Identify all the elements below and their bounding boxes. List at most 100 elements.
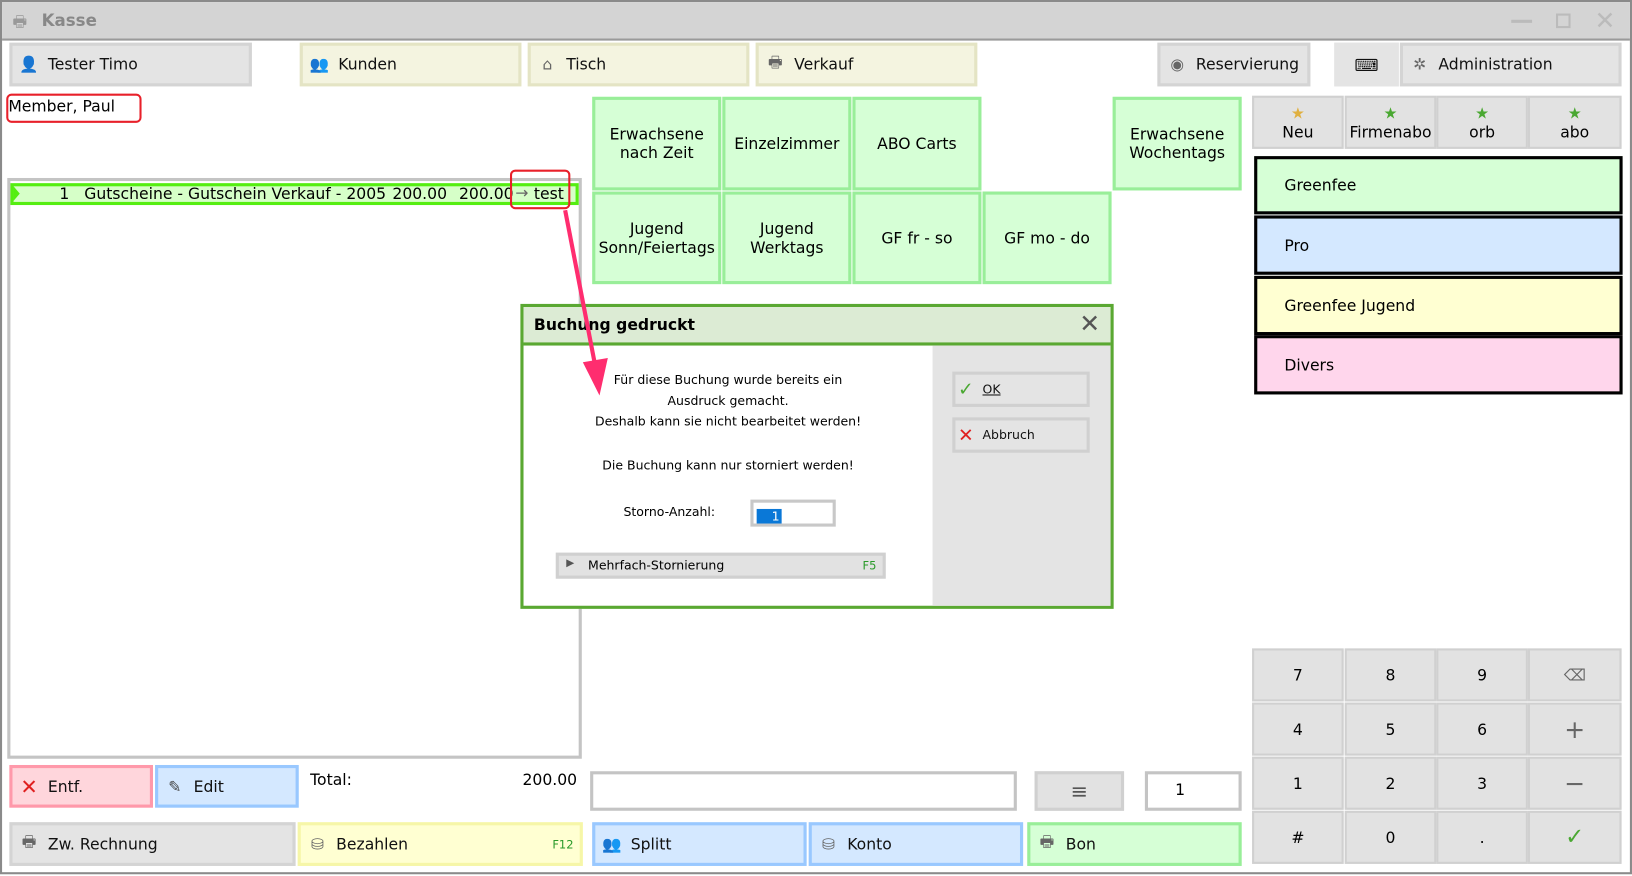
storno-label: Storno-Anzahl: [623, 504, 716, 520]
buchung-gedruckt-dialog: Buchung gedruckt ✕ Für diese Buchung wur… [520, 303, 1114, 609]
product-label: Jugend Sonn/Feiertags [598, 219, 715, 257]
numpad-key[interactable]: . [1436, 810, 1528, 864]
bezahlen-button[interactable]: ⛁ Bezahlen F12 [297, 822, 583, 866]
product-erwachsene-wochentags[interactable]: Erwachsene Wochentags [1112, 96, 1242, 191]
category-pro[interactable]: Pro [1254, 215, 1623, 275]
message-line: Die Buchung kann nur storniert werden! [602, 457, 854, 473]
product-gf-fr-so[interactable]: GF fr - so [852, 191, 982, 285]
mehrfach-stornierung-expander[interactable]: ▶ Mehrfach-Stornierung F5 [555, 552, 886, 579]
cancel-icon: ✕ [958, 424, 974, 446]
verkauf-button[interactable]: 🖶 Verkauf [755, 42, 978, 87]
bon-button[interactable]: 🖶 Bon [1027, 822, 1242, 866]
item-total: 200.00 [458, 184, 514, 203]
magic-wand-icon: ✲ [1413, 55, 1427, 74]
numpad-key[interactable]: 6 [1436, 702, 1528, 756]
home-icon: ⌂ [542, 55, 553, 74]
administration-button[interactable]: ✲ Administration [1399, 42, 1622, 87]
confirm-key[interactable]: ✓ [1527, 810, 1622, 864]
window-title: Kasse [41, 10, 97, 31]
plus-key[interactable]: + [1527, 702, 1622, 756]
mehrfach-label: Mehrfach-Stornierung [588, 557, 725, 573]
ok-button[interactable]: ✓ OK [952, 371, 1090, 407]
annotation-box-note [509, 169, 571, 210]
favorite-firmenabo[interactable]: ★ Firmenabo [1344, 95, 1437, 149]
dialog-title: Buchung gedruckt [533, 315, 696, 335]
kunden-button[interactable]: 👥 Kunden [299, 42, 522, 87]
product-gf-mo-do[interactable]: GF mo - do [982, 191, 1112, 285]
user-label: Tester Timo [47, 55, 138, 74]
star-icon: ★ [1475, 103, 1490, 123]
customers-icon: 👥 [309, 55, 330, 74]
edit-label: Edit [193, 776, 224, 796]
tisch-label: Tisch [566, 55, 607, 74]
favorite-neu[interactable]: ★ Neu [1252, 95, 1344, 149]
total-label: Total: [310, 770, 352, 789]
entf-button[interactable]: ✕ Entf. [9, 764, 153, 808]
product-jugend-werktags[interactable]: Jugend Werktags [722, 191, 852, 285]
item-name: Gutscheine - Gutschein Verkauf - 2005 [84, 184, 387, 203]
close-icon[interactable]: ✕ [1595, 6, 1616, 35]
favorite-label: Neu [1282, 122, 1314, 142]
favorite-label: orb [1469, 122, 1496, 142]
storno-anzahl-input[interactable]: 1 [750, 499, 836, 527]
numpad-key[interactable]: 7 [1252, 648, 1344, 702]
bezahlen-shortcut: F12 [552, 837, 574, 851]
numpad-key[interactable]: 3 [1436, 756, 1528, 810]
zw-rechnung-button[interactable]: 🖶 Zw. Rechnung [9, 822, 296, 866]
order-row[interactable]: 1 Gutscheine - Gutschein Verkauf - 2005 … [10, 183, 579, 206]
product-abo-carts[interactable]: ABO Carts [852, 96, 982, 191]
category-divers[interactable]: Divers [1254, 335, 1623, 395]
search-input[interactable] [590, 771, 1017, 811]
order-list[interactable]: 1 Gutscheine - Gutschein Verkauf - 2005 … [7, 177, 582, 759]
konto-button[interactable]: ⛁ Konto [808, 822, 1024, 866]
app-icon: 🖶 [12, 12, 28, 32]
product-jugend-sonn-feiertags[interactable]: Jugend Sonn/Feiertags [592, 191, 722, 285]
favorite-label: Firmenabo [1349, 122, 1432, 142]
star-icon: ★ [1567, 103, 1582, 123]
quantity-field[interactable]: 1 [1144, 771, 1242, 811]
numpad-key[interactable]: 5 [1344, 702, 1437, 756]
register-icon: 🖶 [768, 52, 783, 72]
storno-value: 1 [756, 508, 782, 524]
favorite-abo[interactable]: ★ abo [1527, 95, 1622, 149]
user-button[interactable]: 👤 Tester Timo [9, 42, 252, 87]
dialog-close-icon[interactable]: ✕ [1079, 309, 1100, 338]
dialog-message: Für diese Buchung wurde bereits ein Ausd… [524, 369, 933, 475]
total-value: 200.00 [522, 770, 578, 789]
minimize-icon[interactable] [1511, 19, 1533, 23]
backspace-key[interactable]: ⌫ [1527, 648, 1622, 702]
numpad-key[interactable]: 1 [1252, 756, 1344, 810]
splitt-label: Splitt [630, 834, 672, 854]
annotation-box-customer [6, 93, 142, 123]
numpad-key[interactable]: # [1252, 810, 1344, 864]
numpad-key[interactable]: 9 [1436, 648, 1528, 702]
category-greenfee[interactable]: Greenfee [1254, 156, 1623, 215]
keyboard-button[interactable]: ⌨ [1334, 42, 1399, 87]
numpad-key[interactable]: 0 [1344, 810, 1437, 864]
bezahlen-label: Bezahlen [336, 834, 408, 854]
delete-icon: ✕ [20, 773, 38, 799]
message-line: Für diese Buchung wurde bereits ein [613, 372, 843, 388]
reservierung-label: Reservierung [1195, 55, 1300, 74]
numpad-key[interactable]: 8 [1344, 648, 1437, 702]
abbruch-button[interactable]: ✕ Abbruch [952, 417, 1090, 453]
message-line: Ausdruck gemacht. [667, 393, 789, 408]
reservierung-button[interactable]: ◉ Reservierung [1157, 42, 1311, 87]
numpad-key[interactable]: 4 [1252, 702, 1344, 756]
star-icon: ★ [1383, 103, 1398, 123]
product-erwachsene-nach-zeit[interactable]: Erwachsene nach Zeit [592, 96, 722, 191]
globe-icon: ◉ [1170, 55, 1184, 74]
splitt-button[interactable]: 👥 Splitt [592, 822, 807, 866]
product-einzelzimmer[interactable]: Einzelzimmer [722, 96, 852, 191]
minus-key[interactable]: − [1527, 756, 1622, 810]
menu-button[interactable]: ≡ [1034, 771, 1125, 811]
numpad-key[interactable]: 2 [1344, 756, 1437, 810]
restore-icon[interactable] [1555, 13, 1571, 29]
tisch-button[interactable]: ⌂ Tisch [527, 42, 750, 87]
category-greenfee-jugend[interactable]: Greenfee Jugend [1254, 275, 1623, 336]
title-bar: 🖶 Kasse ✕ [2, 2, 1630, 41]
edit-button[interactable]: ✎ Edit [155, 764, 299, 808]
kasse-window: 🖶 Kasse ✕ 👤 Tester Timo 👥 Kunden ⌂ Tisch 🖶 V… [0, 0, 1632, 875]
favorite-orb[interactable]: ★ orb [1436, 95, 1528, 149]
zw-rechnung-label: Zw. Rechnung [47, 834, 158, 854]
